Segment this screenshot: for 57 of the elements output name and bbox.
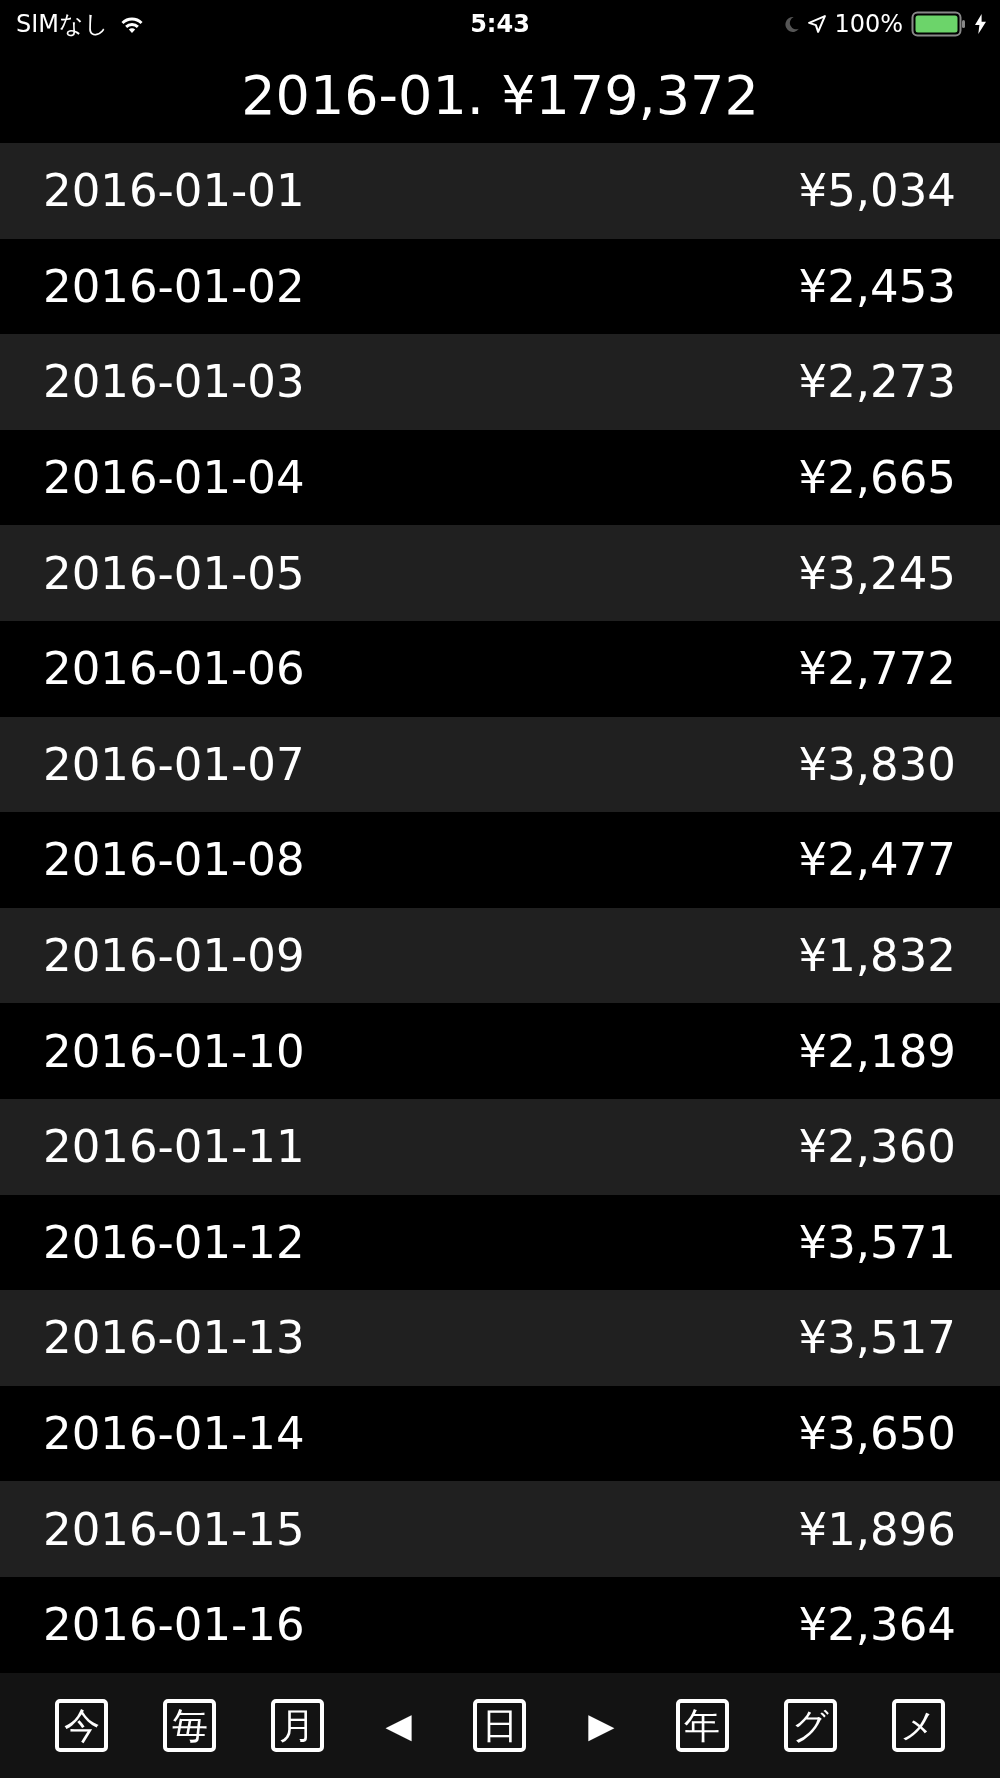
date-label: 2016-01-04 xyxy=(43,451,305,505)
amount-label: ¥2,364 xyxy=(798,1598,956,1652)
amount-label: ¥2,189 xyxy=(798,1024,956,1078)
amount-label: ¥2,360 xyxy=(798,1120,956,1174)
amount-label: ¥1,832 xyxy=(798,929,956,983)
day-row[interactable]: 2016-01-05 ¥3,245 xyxy=(0,525,1000,621)
day-row[interactable]: 2016-01-01 ¥5,034 xyxy=(0,143,1000,239)
carrier-label: SIMなし xyxy=(16,9,110,40)
toolbar-button[interactable]: メ xyxy=(891,1698,945,1752)
date-label: 2016-01-09 xyxy=(43,929,305,983)
date-label: 2016-01-12 xyxy=(43,1215,305,1269)
day-row[interactable]: 2016-01-07 ¥3,830 xyxy=(0,716,1000,813)
toolbar-button[interactable]: 月 xyxy=(270,1698,324,1752)
charging-bolt-icon xyxy=(975,14,986,34)
date-label: 2016-01-08 xyxy=(43,833,305,887)
date-label: 2016-01-03 xyxy=(43,355,305,409)
amount-label: ¥2,772 xyxy=(798,642,956,696)
amount-label: ¥3,245 xyxy=(798,546,956,600)
toolbar-button[interactable]: グ xyxy=(783,1698,837,1752)
amount-label: ¥2,273 xyxy=(798,355,956,409)
date-label: 2016-01-02 xyxy=(43,259,305,313)
amount-label: ¥3,650 xyxy=(798,1407,956,1460)
arrow-button[interactable]: ▶ xyxy=(581,1698,622,1752)
day-row[interactable]: 2016-01-03 ¥2,273 xyxy=(0,334,1000,430)
day-row[interactable]: 2016-01-09 ¥1,832 xyxy=(0,907,1000,1004)
amount-label: ¥3,830 xyxy=(798,737,956,791)
amount-label: ¥2,665 xyxy=(798,451,956,505)
toolbar-button[interactable]: 年 xyxy=(675,1698,729,1752)
date-label: 2016-01-06 xyxy=(43,642,305,696)
battery-percent: 100% xyxy=(834,10,903,38)
date-label: 2016-01-07 xyxy=(43,737,305,791)
date-label: 2016-01-15 xyxy=(43,1502,305,1556)
month-total-title: 2016-01. ¥179,372 xyxy=(241,63,759,129)
date-label: 2016-01-16 xyxy=(43,1598,305,1652)
date-label: 2016-01-10 xyxy=(43,1024,305,1078)
date-label: 2016-01-11 xyxy=(43,1120,305,1174)
location-arrow-icon xyxy=(808,15,827,33)
amount-label: ¥3,517 xyxy=(798,1311,956,1365)
amount-label: ¥5,034 xyxy=(798,164,956,218)
date-label: 2016-01-13 xyxy=(43,1311,305,1365)
battery-icon xyxy=(911,11,967,37)
amount-label: ¥2,453 xyxy=(798,259,956,313)
toolbar-button[interactable]: 毎 xyxy=(163,1698,217,1752)
date-label: 2016-01-05 xyxy=(43,546,305,600)
clock-time: 5:43 xyxy=(469,10,531,38)
day-row[interactable]: 2016-01-13 ¥3,517 xyxy=(0,1290,1000,1386)
toolbar-button[interactable]: 今 xyxy=(55,1698,109,1752)
date-label: 2016-01-14 xyxy=(43,1407,305,1460)
day-row[interactable]: 2016-01-15 ¥1,896 xyxy=(0,1481,1000,1577)
amount-label: ¥1,896 xyxy=(798,1502,956,1556)
date-label: 2016-01-01 xyxy=(43,164,305,218)
amount-label: ¥2,477 xyxy=(798,833,956,887)
arrow-button[interactable]: ◀ xyxy=(378,1698,419,1752)
day-row[interactable]: 2016-01-11 ¥2,360 xyxy=(0,1098,1000,1195)
amount-label: ¥3,571 xyxy=(798,1215,956,1269)
moon-icon xyxy=(783,15,801,33)
toolbar-button[interactable]: 日 xyxy=(473,1698,527,1752)
